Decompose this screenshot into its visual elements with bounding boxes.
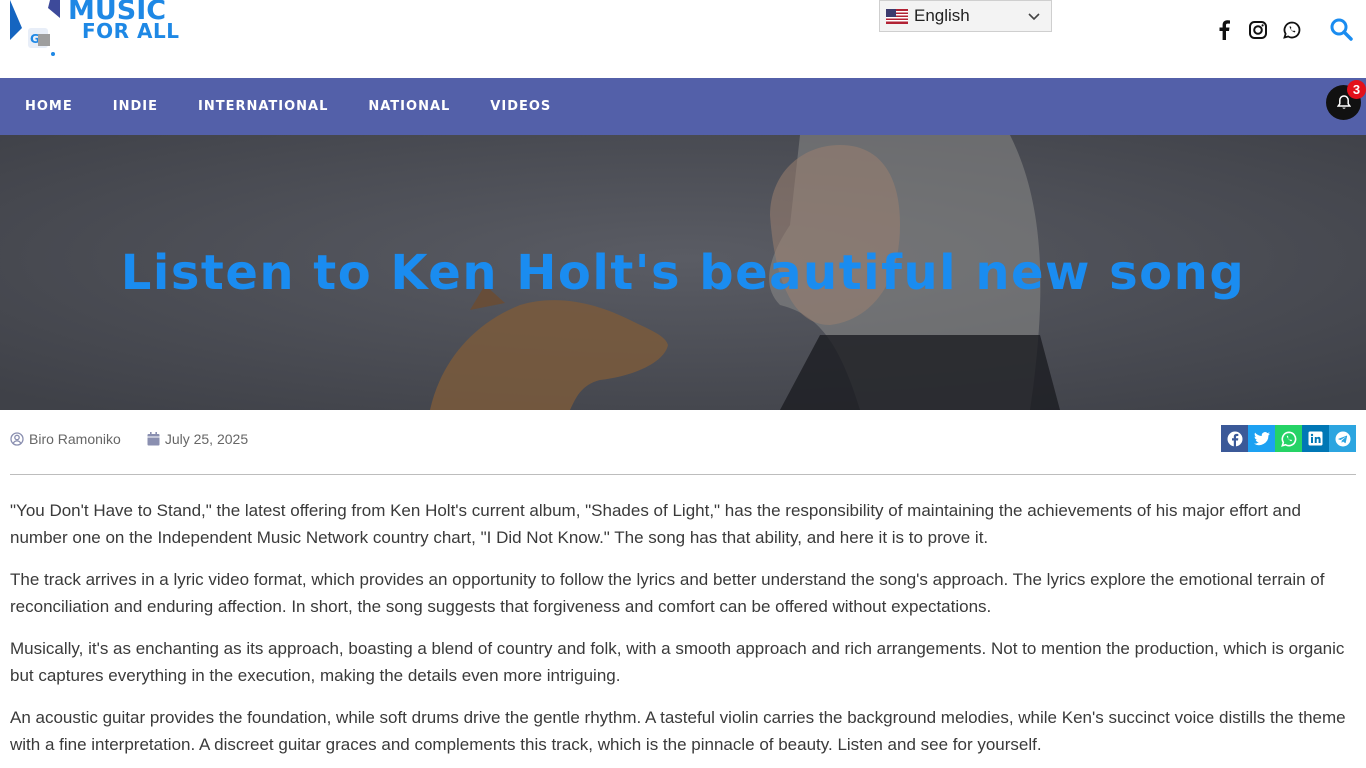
- language-selector[interactable]: English: [879, 0, 1052, 32]
- share-twitter-button[interactable]: [1248, 425, 1275, 452]
- nav-item-national[interactable]: NATIONAL: [368, 99, 450, 114]
- share-telegram-button[interactable]: [1329, 425, 1356, 452]
- nav-menu: HOME INDIE INTERNATIONAL NATIONAL VIDEOS: [25, 78, 591, 135]
- bell-icon: [1336, 94, 1351, 109]
- logo-line1: MUSIC: [68, 0, 167, 26]
- nav-item-international[interactable]: INTERNATIONAL: [198, 99, 328, 114]
- nav-item-indie[interactable]: INDIE: [113, 99, 158, 114]
- logo-mark-icon: G: [10, 0, 60, 56]
- search-icon[interactable]: [1329, 17, 1353, 41]
- facebook-icon: [1227, 431, 1242, 447]
- instagram-icon[interactable]: [1248, 18, 1268, 42]
- logo-text: MUSIC FOR ALL: [68, 0, 180, 42]
- article-paragraph: An acoustic guitar provides the foundati…: [10, 708, 1346, 754]
- article-paragraph: The track arrives in a lyric video forma…: [10, 570, 1325, 616]
- article-meta: Biro Ramoniko July 25, 2025: [10, 428, 274, 450]
- us-flag-icon: [886, 8, 908, 24]
- site-header: G MUSIC FOR ALL English: [0, 0, 1366, 78]
- share-whatsapp-button[interactable]: [1275, 425, 1302, 452]
- share-linkedin-button[interactable]: [1302, 425, 1329, 452]
- logo-line2: FOR ALL: [82, 19, 180, 43]
- post-date[interactable]: July 25, 2025: [147, 431, 248, 447]
- article-body: "You Don't Have to Stand," the latest of…: [10, 497, 1360, 768]
- main-nav: HOME INDIE INTERNATIONAL NATIONAL VIDEOS: [0, 78, 1366, 135]
- calendar-icon: [147, 432, 160, 446]
- meta-divider: [10, 474, 1356, 475]
- author-name: Biro Ramoniko: [29, 431, 121, 447]
- facebook-icon[interactable]: [1214, 18, 1234, 42]
- telegram-icon: [1335, 431, 1350, 446]
- chevron-down-icon: [1028, 13, 1040, 21]
- whatsapp-icon: [1280, 431, 1296, 447]
- header-social-icons: [1214, 18, 1302, 42]
- whatsapp-icon[interactable]: [1282, 18, 1302, 42]
- hero-banner: Listen to Ken Holt's beautiful new song: [0, 135, 1366, 410]
- article-paragraph: Musically, it's as enchanting as its app…: [10, 639, 1345, 685]
- author-link[interactable]: Biro Ramoniko: [10, 431, 121, 447]
- linkedin-icon: [1308, 431, 1323, 446]
- nav-item-videos[interactable]: VIDEOS: [490, 99, 551, 114]
- user-circle-icon: [10, 432, 24, 446]
- article-paragraph: "You Don't Have to Stand," the latest of…: [10, 501, 1301, 547]
- share-facebook-button[interactable]: [1221, 425, 1248, 452]
- article-title: Listen to Ken Holt's beautiful new song: [120, 245, 1246, 301]
- post-date-text: July 25, 2025: [164, 431, 249, 447]
- notification-count-badge: 3: [1347, 80, 1366, 99]
- twitter-icon: [1253, 431, 1270, 445]
- share-buttons: [1221, 425, 1356, 452]
- nav-item-home[interactable]: HOME: [25, 99, 73, 114]
- language-label: English: [914, 6, 970, 25]
- site-logo[interactable]: G MUSIC FOR ALL: [10, 0, 180, 58]
